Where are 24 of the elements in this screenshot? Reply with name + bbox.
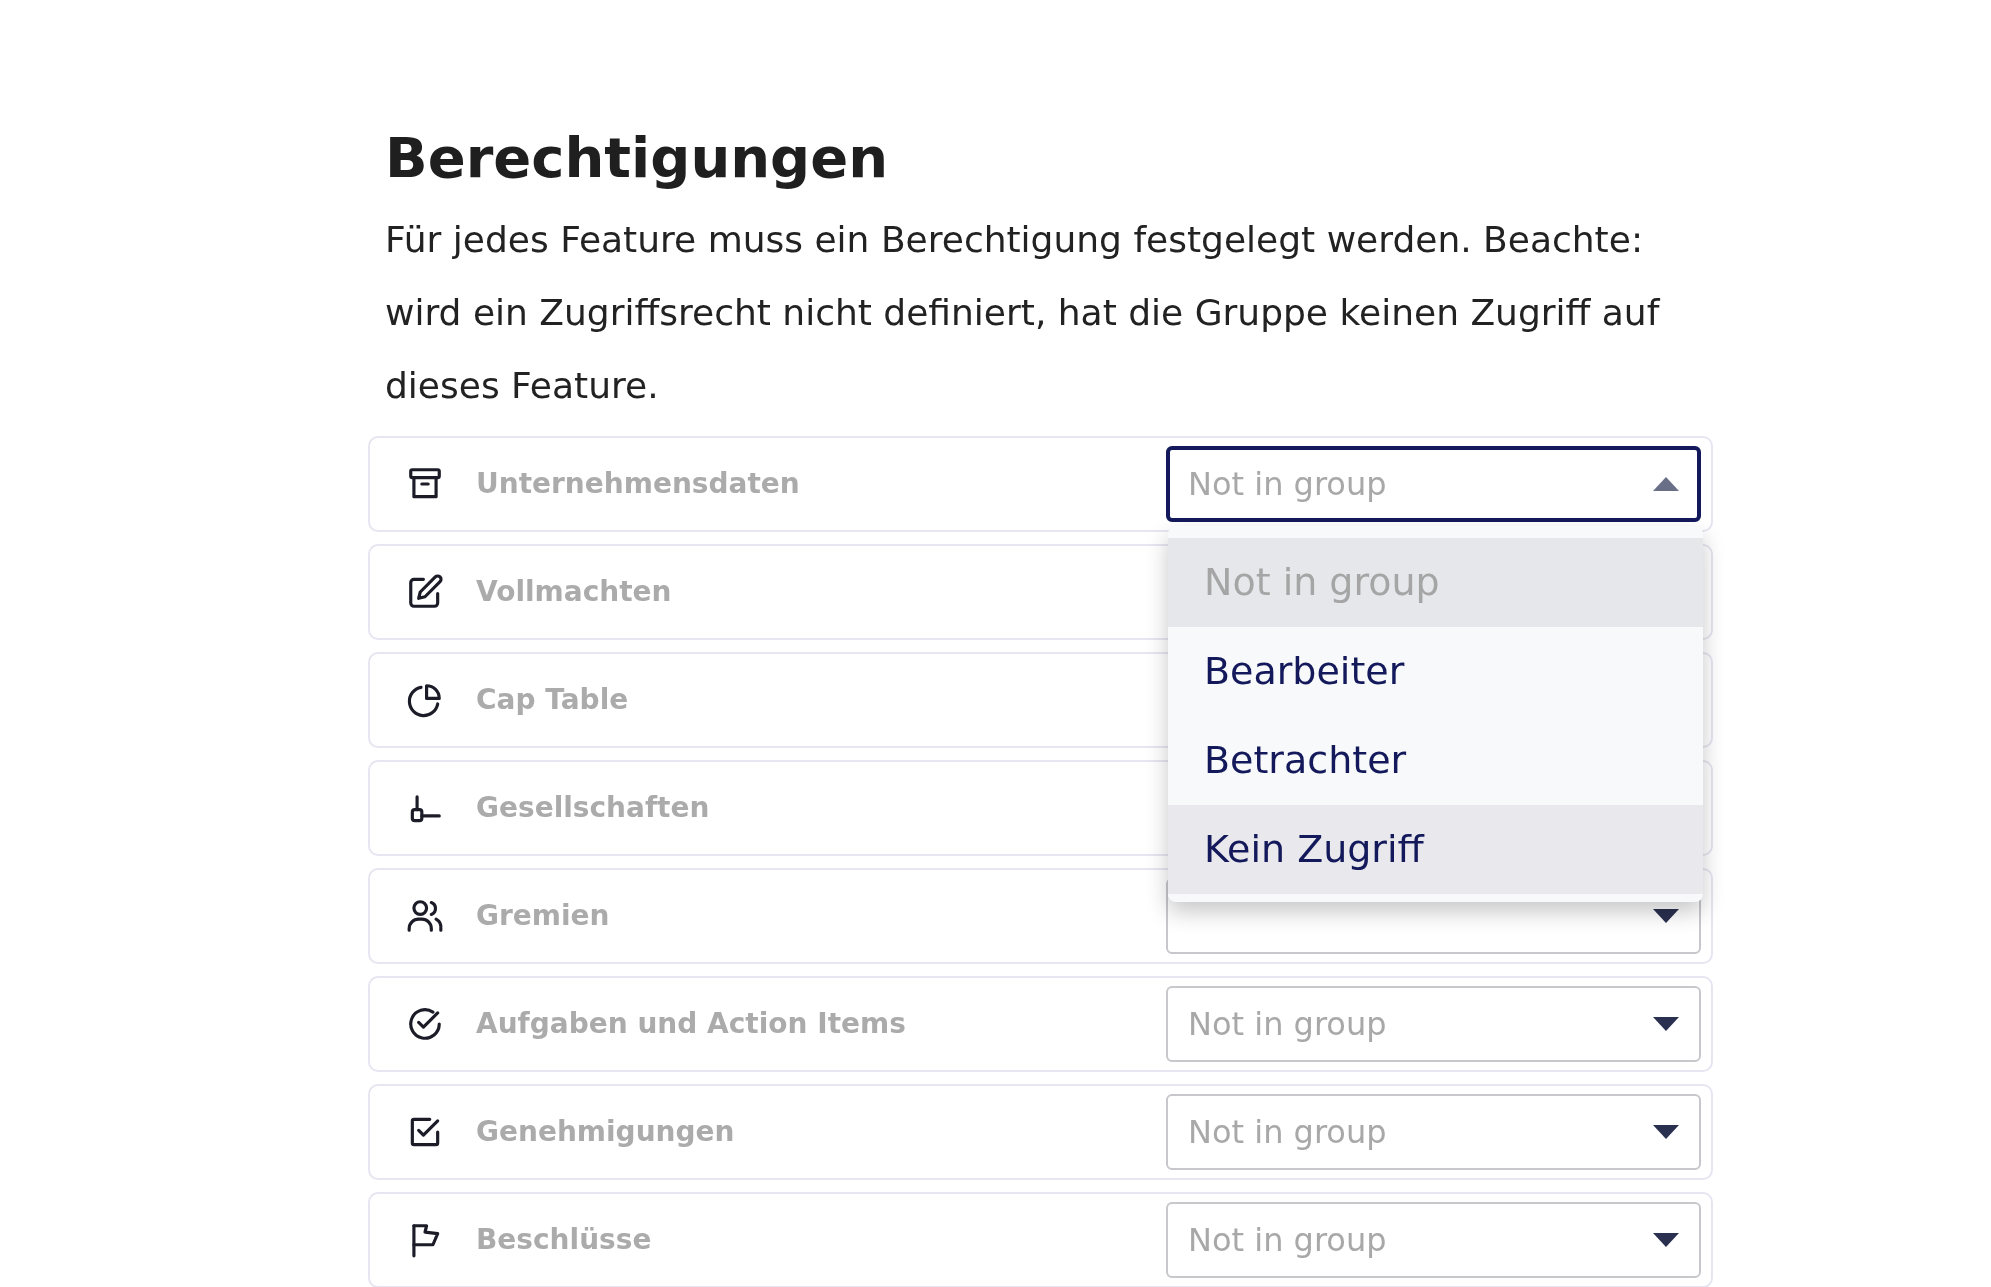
permission-select[interactable]: Not in group — [1166, 1093, 1701, 1170]
caret-icon — [1653, 1232, 1679, 1247]
dropdown-option[interactable]: Not in group — [1168, 537, 1703, 627]
caret-icon — [1653, 1124, 1679, 1139]
description-text: Für jedes Feature muss ein Berechtigung festgelegt werden. Beachte: wird ein Zugriffsrecht nicht definiert, hat die Gruppe keinen Zugriff auf dieses Feature. — [385, 217, 1661, 408]
caret-icon — [1653, 1016, 1679, 1031]
dropdown-option[interactable]: Bearbeiter — [1168, 626, 1703, 716]
permission-select[interactable]: Not in group — [1166, 1201, 1701, 1278]
feature-label: Beschlüsse — [476, 1223, 652, 1257]
feature-label: Cap Table — [476, 683, 629, 717]
feature-label: Unternehmensdaten — [476, 467, 800, 501]
page-title: Berechtigungen — [385, 124, 890, 192]
permission-select[interactable]: Not in group — [1166, 985, 1701, 1062]
dropdown-option[interactable]: Betrachter — [1168, 715, 1703, 805]
caret-icon — [1653, 908, 1679, 923]
feature-label: Gremien — [476, 899, 610, 933]
feature-label: Genehmigungen — [476, 1115, 735, 1149]
permission-select[interactable]: Not in group — [1166, 445, 1701, 522]
pencil-square-icon — [406, 572, 444, 611]
dropdown-option[interactable]: Kein Zugriff — [1168, 804, 1703, 894]
feature-label: Vollmachten — [476, 575, 672, 609]
caret-icon — [1653, 476, 1679, 491]
feature-label: Gesellschaften — [476, 791, 710, 825]
feature-label: Aufgaben und Action Items — [476, 1007, 906, 1041]
